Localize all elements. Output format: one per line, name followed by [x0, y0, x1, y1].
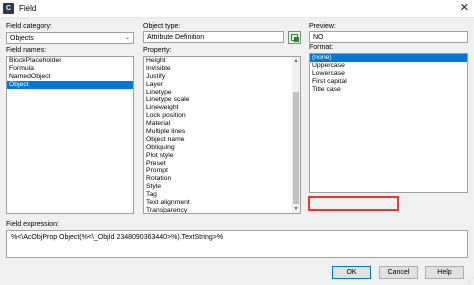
ok-button[interactable]: OK: [332, 266, 371, 279]
field-category-dropdown[interactable]: Objects ⌄: [6, 32, 134, 44]
list-item[interactable]: Text alignment: [144, 199, 300, 207]
list-item[interactable]: Lock position: [144, 112, 300, 120]
list-item[interactable]: Plot style: [144, 152, 300, 160]
autocad-icon: C: [3, 3, 14, 14]
list-item[interactable]: Title case: [310, 86, 467, 94]
list-item[interactable]: Object name: [144, 136, 300, 144]
scroll-down-icon[interactable]: ▼: [292, 205, 300, 213]
list-item[interactable]: Layer: [144, 81, 300, 89]
close-icon[interactable]: ✕: [460, 2, 469, 15]
list-item[interactable]: Lowercase: [310, 70, 467, 78]
field-expression-value: %<\AcObjProp Object(%<\_ObjId 2348090363…: [11, 234, 224, 241]
list-item[interactable]: Invisible: [144, 65, 300, 73]
list-item[interactable]: Justify: [144, 73, 300, 81]
list-item[interactable]: (none): [310, 54, 467, 62]
preview-field: NO: [309, 31, 468, 43]
list-item[interactable]: Tag: [144, 191, 300, 199]
list-item[interactable]: Material: [144, 120, 300, 128]
object-type-value: Attribute Definition: [147, 34, 205, 41]
format-label: Format:: [309, 44, 334, 51]
list-item[interactable]: Prompt: [144, 167, 300, 175]
select-object-button[interactable]: [288, 31, 301, 44]
list-item[interactable]: Uppercase: [310, 62, 467, 70]
list-item[interactable]: NamedObject: [7, 73, 133, 81]
list-item[interactable]: Style: [144, 183, 300, 191]
window-title: Field: [19, 4, 37, 13]
scrollbar-thumb[interactable]: [293, 92, 299, 204]
list-item[interactable]: Object: [7, 80, 133, 89]
format-list[interactable]: (none) Uppercase Lowercase First capital Tit…: [309, 53, 468, 193]
object-type-label: Object type:: [143, 23, 181, 30]
list-item[interactable]: Linetype: [144, 89, 300, 97]
list-item[interactable]: First capital: [310, 78, 467, 86]
title-bar: C Field ✕: [0, 0, 474, 18]
list-item[interactable]: Obliquing: [144, 144, 300, 152]
property-list[interactable]: Height Invisible Justify Layer Linetype Linet…: [143, 56, 301, 214]
list-item[interactable]: Preset: [144, 160, 300, 168]
select-object-icon-fill: [294, 37, 299, 42]
field-expression-label: Field expression:: [6, 221, 59, 228]
list-item[interactable]: BlockPlaceholder: [7, 57, 133, 65]
list-item[interactable]: Height: [144, 57, 300, 65]
scroll-up-icon[interactable]: ▲: [292, 57, 300, 65]
field-category-label: Field category:: [6, 23, 52, 30]
field-expression-box[interactable]: %<\AcObjProp Object(%<\_ObjId 2348090363…: [6, 230, 468, 258]
resize-grip-icon[interactable]: ⋰: [467, 277, 473, 284]
property-scrollbar[interactable]: ▲ ▼: [292, 57, 300, 213]
list-item[interactable]: Rotation: [144, 175, 300, 183]
annotation-highlight: [308, 196, 399, 211]
list-item[interactable]: Lineweight: [144, 104, 300, 112]
preview-label: Preview:: [309, 23, 336, 30]
field-names-label: Field names:: [6, 47, 47, 54]
cancel-button[interactable]: Cancel: [379, 266, 418, 279]
field-names-list[interactable]: BlockPlaceholder Formula NamedObject Object: [6, 56, 134, 214]
object-type-field[interactable]: Attribute Definition: [143, 31, 284, 43]
chevron-down-icon: ⌄: [124, 35, 130, 41]
list-item[interactable]: Transparency: [144, 207, 300, 213]
property-label: Property:: [143, 47, 172, 54]
list-item[interactable]: Formula: [7, 65, 133, 73]
help-button[interactable]: Help: [425, 266, 464, 279]
field-category-value: Objects: [10, 35, 34, 42]
list-item[interactable]: Multiple lines: [144, 128, 300, 136]
list-item[interactable]: Linetype scale: [144, 96, 300, 104]
preview-value: NO: [313, 34, 324, 41]
